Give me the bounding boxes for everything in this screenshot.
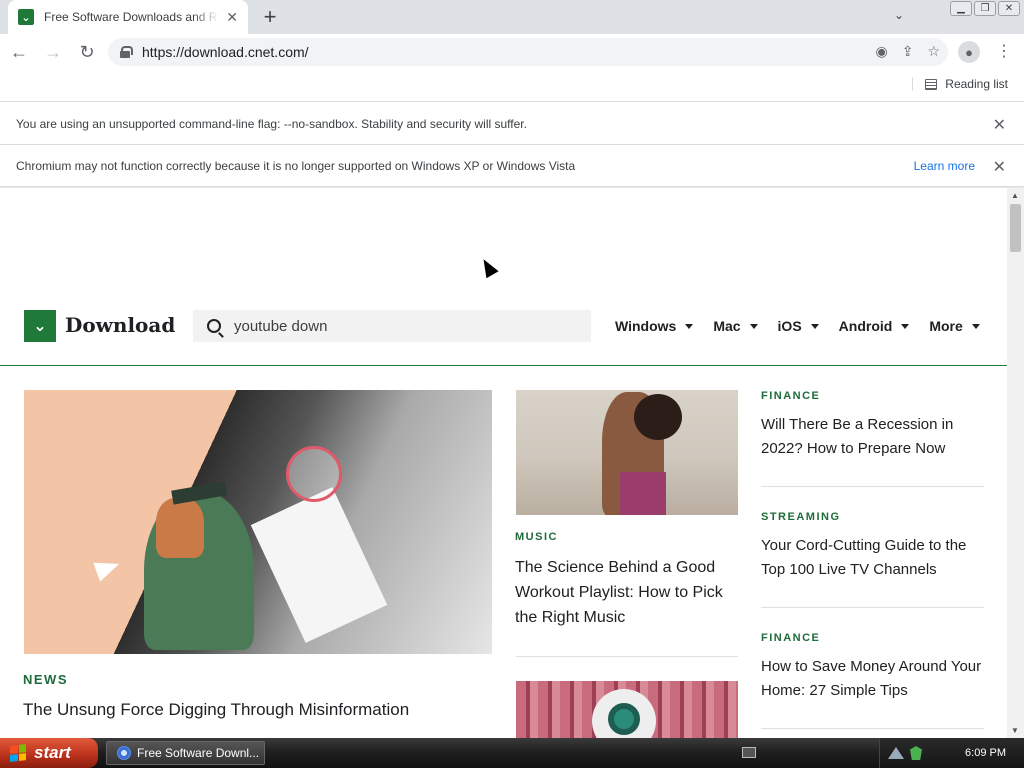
close-icon[interactable]: ✕ [993,115,1006,135]
mouse-cursor-icon [477,255,499,279]
search-icon [207,319,221,333]
eye-article-image[interactable] [516,681,738,738]
sandbox-warning-infobar: You are using an unsupported command-lin… [0,103,1024,145]
profile-avatar-icon[interactable]: ● [958,41,980,63]
windows-logo-icon [10,744,26,762]
divider [761,607,984,608]
reading-list-label: Reading list [945,77,1008,91]
runner-hair-illustration [634,394,682,440]
url-text[interactable]: https://download.cnet.com/ [142,44,309,60]
site-header: ⌄ Download youtube down Windows Mac iOS … [0,298,1007,366]
caret-down-icon [685,323,694,329]
unsupported-os-infobar: Chromium may not function correctly beca… [0,145,1024,187]
divider [761,486,984,487]
side-title[interactable]: How to Save Money Around Your Home: 27 S… [761,655,984,703]
side-category[interactable]: FINANCE [761,632,984,644]
nav-android[interactable]: Android [839,318,910,334]
caret-down-icon [971,323,980,329]
hair-illustration [156,498,204,558]
divider [516,656,738,657]
site-nav: Windows Mac iOS Android More [615,318,980,334]
scroll-up-arrow-icon[interactable]: ▲ [1011,191,1019,200]
network-icon[interactable] [888,747,904,759]
close-icon[interactable]: ✕ [993,157,1006,177]
side-article[interactable]: STREAMING Your Cord-Cutting Guide to the… [761,511,984,582]
site-search-input[interactable]: youtube down [193,310,591,342]
scroll-thumb[interactable] [1010,204,1021,252]
paper-plane-illustration [93,554,123,582]
task-label: Free Software Downl... [137,746,260,760]
divider [761,728,984,729]
omnibox-actions: ◉ ⇪ ☆ [875,43,940,60]
nav-ios[interactable]: iOS [778,318,819,334]
taskbar-chromium-window[interactable]: Free Software Downl... [106,741,265,765]
learn-more-link[interactable]: Learn more [914,159,975,173]
security-shield-icon[interactable] [910,746,922,760]
windows-taskbar: start Free Software Downl... 6:09 PM [0,738,1024,768]
music-article-image[interactable] [516,390,738,515]
side-category[interactable]: STREAMING [761,511,984,523]
restore-button[interactable]: ❐ [974,1,996,16]
bookmarks-bar: Reading list [0,70,1024,102]
iris-illustration [608,703,640,735]
start-button[interactable]: start [0,738,98,768]
side-category[interactable]: FINANCE [761,390,984,402]
tab-search-chevron-icon[interactable]: ⌄ [894,8,904,22]
music-category[interactable]: MUSIC [515,531,558,543]
share-icon[interactable]: ⇪ [902,43,914,60]
clock[interactable]: 6:09 PM [965,747,1006,759]
sports-top-illustration [620,472,666,515]
nav-mac[interactable]: Mac [713,318,758,334]
reading-list-button[interactable]: Reading list [912,77,1008,91]
page-scrollbar[interactable]: ▲ ▼ [1007,188,1024,738]
side-title[interactable]: Will There Be a Recession in 2022? How t… [761,413,984,461]
close-window-button[interactable]: ✕ [998,1,1020,16]
star-bookmark-icon[interactable]: ☆ [927,43,940,60]
hero-article-image[interactable] [24,390,492,654]
side-article[interactable]: FINANCE Will There Be a Recession in 202… [761,390,984,461]
keyboard-icon[interactable] [742,747,756,758]
download-favicon-icon: ⌄ [18,9,34,25]
lock-icon[interactable] [120,46,133,58]
page-viewport: ⌄ Download youtube down Windows Mac iOS … [0,188,1024,738]
magnifier-illustration [286,446,342,502]
site-logo-text[interactable]: Download [65,313,175,337]
window-controls: ▁ ❐ ✕ [950,1,1020,16]
hero-category[interactable]: NEWS [23,672,68,687]
start-label: start [34,743,71,762]
nav-more[interactable]: More [929,318,980,334]
tab-strip: ⌄ Free Software Downloads and Reviews ✕ … [0,0,1024,34]
browser-tab[interactable]: ⌄ Free Software Downloads and Reviews ✕ [8,0,248,34]
scroll-down-arrow-icon[interactable]: ▼ [1011,726,1019,735]
new-tab-button[interactable]: + [258,5,282,29]
reading-list-icon [925,78,938,90]
tab-close-icon[interactable]: ✕ [226,9,238,26]
forward-button[interactable]: → [38,37,68,67]
search-query-text[interactable]: youtube down [234,318,327,335]
music-title[interactable]: The Science Behind a Good Workout Playli… [515,555,747,630]
caret-down-icon [810,323,819,329]
chromium-icon [117,746,131,760]
kebab-menu-icon[interactable]: ⋮ [996,41,1012,61]
nav-windows[interactable]: Windows [615,318,694,334]
unsupported-os-text: Chromium may not function correctly beca… [16,158,576,173]
side-title[interactable]: Your Cord-Cutting Guide to the Top 100 L… [761,534,984,582]
side-article[interactable]: FINANCE How to Save Money Around Your Ho… [761,632,984,703]
download-logo-icon[interactable]: ⌄ [24,310,56,342]
paper-scroll-illustration [250,487,388,643]
sandbox-warning-text: You are using an unsupported command-lin… [16,116,527,131]
browser-toolbar: ← → ↻ https://download.cnet.com/ ◉ ⇪ ☆ ●… [0,34,1024,70]
caret-down-icon [749,323,758,329]
reload-button[interactable]: ↻ [72,37,102,67]
caret-down-icon [901,323,910,329]
system-tray: 6:09 PM [742,738,1024,768]
tab-title: Free Software Downloads and Reviews [44,10,219,24]
minimize-button[interactable]: ▁ [950,1,972,16]
hero-title[interactable]: The Unsung Force Digging Through Misinfo… [23,700,409,720]
back-button[interactable]: ← [4,37,34,67]
address-bar[interactable]: https://download.cnet.com/ ◉ ⇪ ☆ [108,38,948,66]
eye-off-icon[interactable]: ◉ [875,43,887,60]
